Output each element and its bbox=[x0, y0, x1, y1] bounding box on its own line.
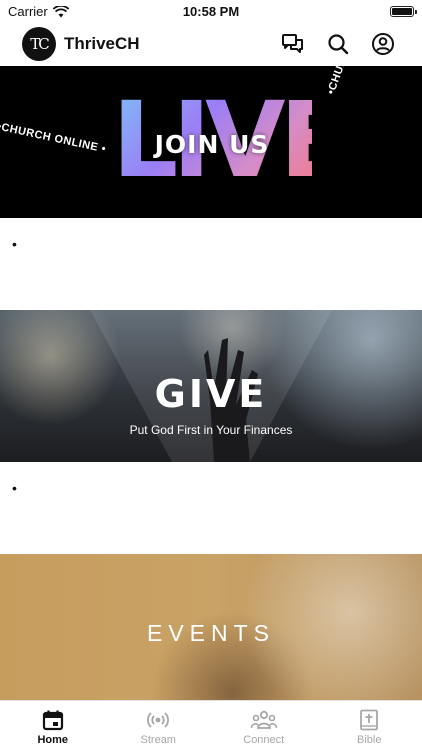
app-header: TC ThriveCH bbox=[0, 24, 422, 66]
broadcast-icon bbox=[147, 712, 170, 728]
join-us-text: JOIN US bbox=[154, 130, 270, 159]
people-icon bbox=[250, 710, 278, 729]
tab-bar: Home Stream Connect Bible bbox=[0, 700, 422, 750]
battery-icon bbox=[390, 6, 417, 17]
tab-bible-label: Bible bbox=[357, 734, 382, 746]
events-banner[interactable]: EVENTS bbox=[0, 554, 422, 700]
clock: 10:58 PM bbox=[182, 4, 240, 19]
profile-icon[interactable] bbox=[370, 31, 396, 57]
live-banner[interactable]: •CHURCH ONLINE • •CHURCH ONLINE •C LIVE … bbox=[0, 66, 422, 218]
app-title: ThriveCH bbox=[64, 34, 140, 53]
chat-icon[interactable] bbox=[280, 31, 306, 57]
list-bullet: • bbox=[12, 236, 17, 252]
events-title: EVENTS bbox=[146, 620, 276, 646]
status-bar: Carrier 10:58 PM bbox=[0, 0, 422, 24]
app-logo[interactable]: TC bbox=[22, 27, 56, 61]
give-subtitle: Put God First in Your Finances bbox=[129, 423, 293, 437]
tab-home-label: Home bbox=[37, 734, 69, 746]
tab-connect[interactable]: Connect bbox=[211, 701, 317, 750]
tab-connect-label: Connect bbox=[243, 734, 285, 746]
tab-stream[interactable]: Stream bbox=[106, 701, 212, 750]
list-bullet: • bbox=[12, 480, 17, 496]
tab-stream-label: Stream bbox=[140, 734, 176, 746]
tab-home[interactable]: Home bbox=[0, 701, 106, 750]
bible-icon bbox=[360, 709, 379, 731]
tab-bible[interactable]: Bible bbox=[317, 701, 422, 750]
give-title: GIVE bbox=[154, 372, 268, 416]
give-banner[interactable]: GIVE Put God First in Your Finances bbox=[0, 310, 422, 462]
calendar-icon bbox=[42, 710, 63, 731]
search-icon[interactable] bbox=[325, 31, 351, 57]
church-online-ring-left: •CHURCH ONLINE • bbox=[0, 120, 108, 156]
